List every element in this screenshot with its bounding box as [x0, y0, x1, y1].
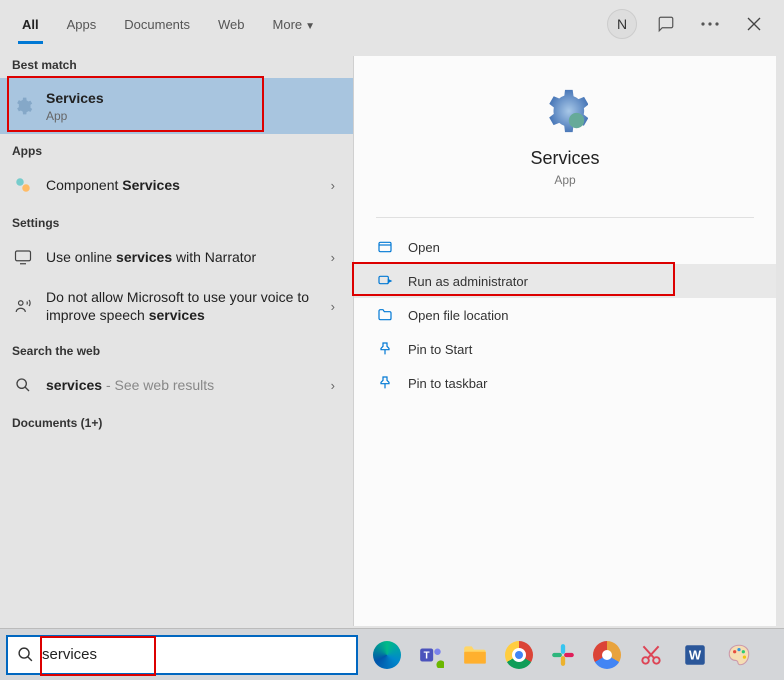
taskbar-teams-icon[interactable]: T: [412, 636, 450, 674]
folder-icon: [376, 306, 394, 324]
taskbar-chrome-icon[interactable]: [500, 636, 538, 674]
result-title: services - See web results: [46, 376, 317, 394]
more-options-icon[interactable]: [692, 6, 728, 42]
close-button[interactable]: [736, 6, 772, 42]
taskbar-edge-icon[interactable]: [368, 636, 406, 674]
preview-title: Services: [354, 148, 776, 169]
chevron-right-icon: ›: [325, 378, 341, 393]
search-icon: [12, 374, 34, 396]
result-speech-services[interactable]: Do not allow Microsoft to use your voice…: [0, 278, 353, 334]
section-web: Search the web: [0, 334, 353, 364]
search-input[interactable]: [42, 646, 356, 663]
gear-icon: [12, 95, 34, 117]
preview-panel: Services App Open Run as administrator O…: [353, 56, 776, 626]
svg-text:T: T: [424, 650, 430, 661]
result-web-services[interactable]: services - See web results ›: [0, 364, 353, 406]
monitor-icon: [12, 246, 34, 268]
action-label: Pin to Start: [408, 342, 472, 357]
action-label: Run as administrator: [408, 274, 528, 289]
taskbar-chrome-canary-icon[interactable]: [588, 636, 626, 674]
result-subtitle: App: [46, 109, 333, 123]
taskbar-explorer-icon[interactable]: [456, 636, 494, 674]
divider: [376, 217, 754, 218]
result-title: Use online services with Narrator: [46, 248, 317, 266]
user-avatar[interactable]: N: [604, 6, 640, 42]
chevron-right-icon: ›: [325, 178, 341, 193]
chevron-down-icon: ▼: [305, 21, 315, 32]
tab-more[interactable]: More▼: [259, 5, 330, 44]
pin-icon: [376, 374, 394, 392]
search-icon: [8, 646, 42, 663]
results-panel: Best match Services App Apps Component S…: [0, 48, 353, 626]
person-speak-icon: [12, 295, 34, 317]
services-large-icon: [542, 88, 588, 134]
action-run-admin[interactable]: Run as administrator: [354, 264, 776, 298]
taskbar-paint-icon[interactable]: [720, 636, 758, 674]
taskbar: T W: [0, 628, 784, 680]
action-pin-start[interactable]: Pin to Start: [354, 332, 776, 366]
result-component-services[interactable]: Component Services ›: [0, 164, 353, 206]
section-documents: Documents (1+): [0, 406, 353, 436]
admin-shield-icon: [376, 272, 394, 290]
pin-icon: [376, 340, 394, 358]
tab-documents[interactable]: Documents: [110, 5, 204, 44]
search-box[interactable]: [6, 635, 358, 675]
chevron-right-icon: ›: [325, 250, 341, 265]
svg-text:W: W: [689, 647, 702, 662]
result-services-app[interactable]: Services App: [0, 78, 353, 134]
action-label: Open: [408, 240, 440, 255]
preview-subtitle: App: [354, 173, 776, 187]
action-pin-taskbar[interactable]: Pin to taskbar: [354, 366, 776, 400]
result-narrator-services[interactable]: Use online services with Narrator ›: [0, 236, 353, 278]
feedback-icon[interactable]: [648, 6, 684, 42]
result-title: Do not allow Microsoft to use your voice…: [46, 288, 317, 324]
section-apps: Apps: [0, 134, 353, 164]
tab-apps[interactable]: Apps: [53, 5, 111, 44]
component-services-icon: [12, 174, 34, 196]
result-title: Services: [46, 89, 333, 107]
action-open-location[interactable]: Open file location: [354, 298, 776, 332]
section-best-match: Best match: [0, 48, 353, 78]
open-icon: [376, 238, 394, 256]
result-title: Component Services: [46, 176, 317, 194]
tab-web[interactable]: Web: [204, 5, 259, 44]
action-label: Open file location: [408, 308, 508, 323]
chevron-right-icon: ›: [325, 299, 341, 314]
taskbar-slack-icon[interactable]: [544, 636, 582, 674]
taskbar-word-icon[interactable]: W: [676, 636, 714, 674]
section-settings: Settings: [0, 206, 353, 236]
taskbar-snip-icon[interactable]: [632, 636, 670, 674]
action-open[interactable]: Open: [354, 230, 776, 264]
action-label: Pin to taskbar: [408, 376, 488, 391]
tab-all[interactable]: All: [8, 5, 53, 44]
search-tabs: All Apps Documents Web More▼ N: [0, 0, 784, 48]
